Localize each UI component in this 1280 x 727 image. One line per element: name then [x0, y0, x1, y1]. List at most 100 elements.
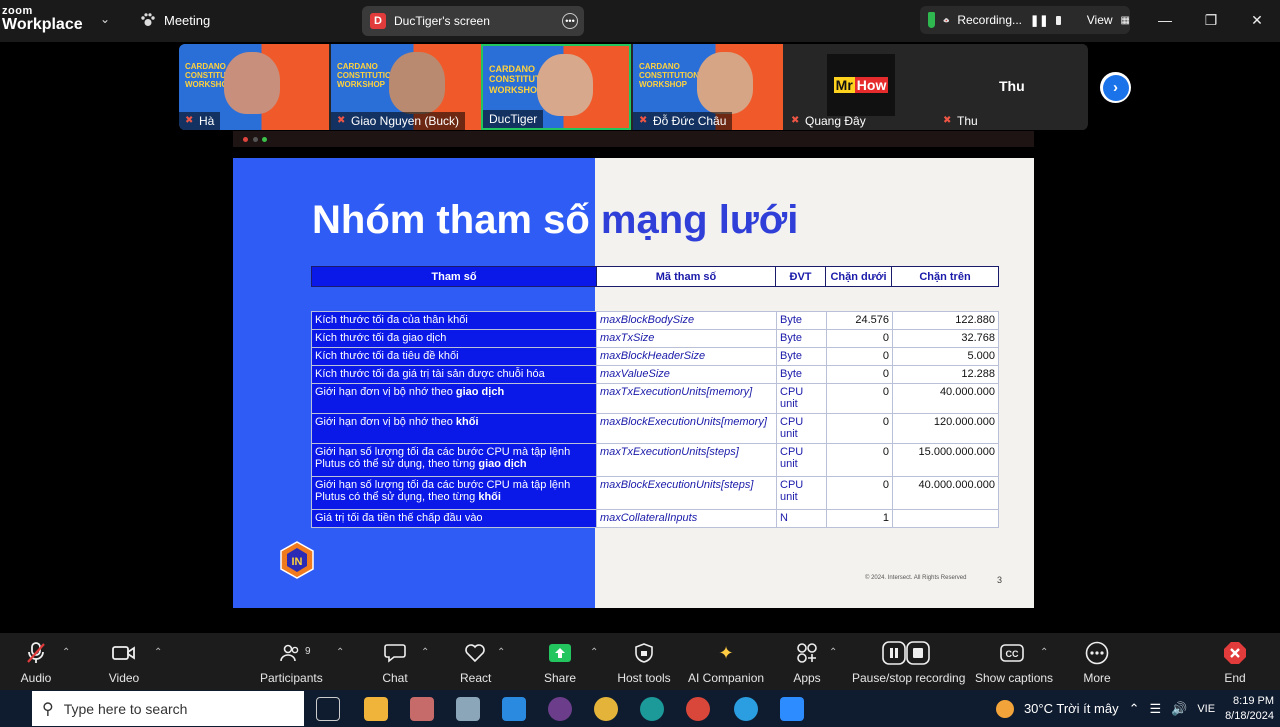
weather-text[interactable]: 30°C Trời ít mây — [1024, 701, 1119, 716]
language-indicator[interactable]: VIE — [1197, 703, 1215, 715]
pause-stop-label: Pause/stop recording — [852, 671, 966, 685]
chat-button[interactable]: Chat — [382, 641, 408, 685]
apps-button[interactable]: Apps — [793, 641, 821, 685]
param-name: Giới hạn số lượng tối đa các bước CPU mà… — [315, 479, 571, 503]
mic-off-icon: ✖ — [639, 115, 648, 126]
minimize-icon[interactable]: — — [1142, 0, 1188, 40]
chrome-profile-icon[interactable] — [686, 697, 710, 721]
header-code: Mã tham số — [596, 266, 776, 287]
audio-button[interactable]: Audio — [20, 641, 52, 685]
host-tools-button[interactable]: Host tools — [617, 641, 671, 685]
chevron-up-icon[interactable]: ⌃ — [1129, 701, 1140, 717]
param-name-cell: Giới hạn đơn vị bộ nhớ theo khối — [311, 413, 597, 444]
network-icon[interactable]: ☰ — [1149, 701, 1161, 717]
ai-companion-button[interactable]: ✦ AI Companion — [688, 641, 764, 686]
telegram-icon[interactable] — [734, 697, 758, 721]
avatar-text-how: How — [854, 77, 889, 93]
table-row: Kích thước tối đa giá trị tài sản được c… — [311, 365, 999, 384]
slide-title-part1: Nhóm tham số — [312, 198, 590, 242]
participant-name: Hà — [199, 114, 215, 128]
react-button[interactable]: React — [460, 641, 491, 685]
taskbar-search-box[interactable]: ⚲ Type here to search — [32, 691, 304, 726]
meeting-label: Meeting — [164, 12, 211, 28]
vscode-icon[interactable] — [502, 697, 526, 721]
pause-stop-recording-button[interactable]: Pause/stop recording — [852, 641, 966, 685]
min-value-cell: 0 — [826, 347, 893, 366]
meeting-info-button[interactable]: Meeting — [140, 12, 210, 28]
more-button[interactable]: More — [1082, 641, 1112, 685]
avatar-text-mr: Mr — [833, 77, 855, 93]
close-icon[interactable]: ✕ — [1234, 0, 1280, 40]
param-name: Giá trị tối đa tiền thế chấp đầu vào — [315, 512, 483, 524]
chat-options-caret[interactable]: ⌃ — [421, 647, 429, 658]
max-value-cell — [892, 509, 999, 528]
param-code-cell: maxValueSize — [596, 365, 777, 384]
search-icon: ⚲ — [42, 700, 54, 718]
param-code-cell: maxTxExecutionUnits[memory] — [596, 383, 777, 414]
min-value-cell: 0 — [826, 476, 893, 510]
file-explorer-icon[interactable] — [364, 697, 388, 721]
unit-cell: CPU unit — [776, 476, 827, 510]
participant-tile[interactable]: CARDANO CONSTITUTIONAL WORKSHOP ✖ Đỗ Đức … — [633, 44, 783, 130]
restore-icon[interactable]: ❐ — [1188, 0, 1234, 40]
unit-cell: Byte — [776, 347, 827, 366]
edge-icon[interactable] — [640, 697, 664, 721]
volume-icon[interactable]: 🔊 — [1171, 701, 1187, 717]
video-options-caret[interactable]: ⌃ — [154, 647, 162, 658]
show-captions-button[interactable]: CC Show captions — [975, 641, 1053, 685]
end-meeting-button[interactable]: End — [1220, 641, 1250, 685]
slack-icon[interactable] — [548, 697, 572, 721]
grid-view-icon: ▦ — [1120, 14, 1130, 26]
react-options-caret[interactable]: ⌃ — [497, 647, 505, 658]
taskbar-clock[interactable]: 8:19 PM 8/18/2024 — [1225, 694, 1274, 724]
header-min: Chặn dưới — [825, 266, 892, 287]
share-options-caret[interactable]: ⌃ — [590, 647, 598, 658]
windows-start-icon[interactable] — [0, 690, 32, 727]
unit-cell: CPU unit — [776, 443, 827, 477]
zoom-app-icon[interactable] — [780, 697, 804, 721]
task-view-icon[interactable] — [316, 697, 340, 721]
participant-name-label: ✖ Thu — [937, 112, 984, 130]
param-name: Kích thước tối đa tiêu đề khối — [315, 350, 459, 362]
unit-cell: N — [776, 509, 827, 528]
zoom-title-bar: zoom Workplace ⌄ Meeting D DucTiger's sc… — [0, 0, 1280, 42]
pause-recording-icon[interactable]: ❚❚ — [1030, 14, 1048, 27]
min-value-cell: 1 — [826, 509, 893, 528]
max-value-cell: 5.000 — [892, 347, 999, 366]
mic-off-icon: ✖ — [337, 115, 346, 126]
param-name: Kích thước tối đa của thân khối — [315, 314, 468, 326]
apps-options-caret[interactable]: ⌃ — [829, 647, 837, 658]
video-button[interactable]: Video — [106, 641, 142, 685]
share-button[interactable]: Share — [544, 641, 576, 685]
participant-tile[interactable]: CARDANO CONSTITUTIONAL WORKSHOP ✖ Hà — [179, 44, 329, 130]
max-value-cell: 15.000.000.000 — [892, 443, 999, 477]
more-options-icon[interactable]: ••• — [562, 13, 578, 29]
end-icon — [1220, 641, 1250, 665]
min-value-cell: 24.576 — [826, 311, 893, 330]
participant-strip: CARDANO CONSTITUTIONAL WORKSHOP ✖ Hà CARD… — [179, 44, 1088, 130]
participants-options-caret[interactable]: ⌃ — [336, 647, 344, 658]
max-value-cell: 122.880 — [892, 311, 999, 330]
participant-tile[interactable]: CARDANO CONSTITUTIONAL WORKSHOP ✖ Giao Ng… — [331, 44, 481, 130]
window-controls: — ❐ ✕ — [1142, 0, 1280, 40]
participants-icon — [260, 641, 322, 665]
chrome-icon[interactable] — [594, 697, 618, 721]
shield-icon — [617, 641, 671, 665]
participants-button[interactable]: Participants — [260, 641, 323, 685]
paint-app-icon[interactable] — [410, 697, 434, 721]
chevron-down-icon[interactable]: ⌄ — [100, 12, 110, 26]
stop-recording-icon[interactable] — [1056, 15, 1061, 25]
next-page-button[interactable]: › — [1100, 72, 1131, 103]
shared-screen-pill[interactable]: D DucTiger's screen ••• — [362, 6, 584, 36]
param-name: Giới hạn đơn vị bộ nhớ theo — [315, 416, 456, 428]
captions-options-caret[interactable]: ⌃ — [1040, 647, 1048, 658]
participant-name: Quang Đây — [805, 114, 866, 128]
header-unit: ĐVT — [775, 266, 826, 287]
camera-icon — [106, 641, 142, 665]
min-value-cell: 0 — [826, 383, 893, 414]
view-button[interactable]: View — [1087, 13, 1113, 27]
participant-tile-active-speaker[interactable]: CARDANO CONSTITUTIONAL WORKSHOP DucTiger — [481, 44, 631, 130]
unit-cell: CPU unit — [776, 383, 827, 414]
notepad-app-icon[interactable] — [456, 697, 480, 721]
audio-options-caret[interactable]: ⌃ — [62, 647, 70, 658]
